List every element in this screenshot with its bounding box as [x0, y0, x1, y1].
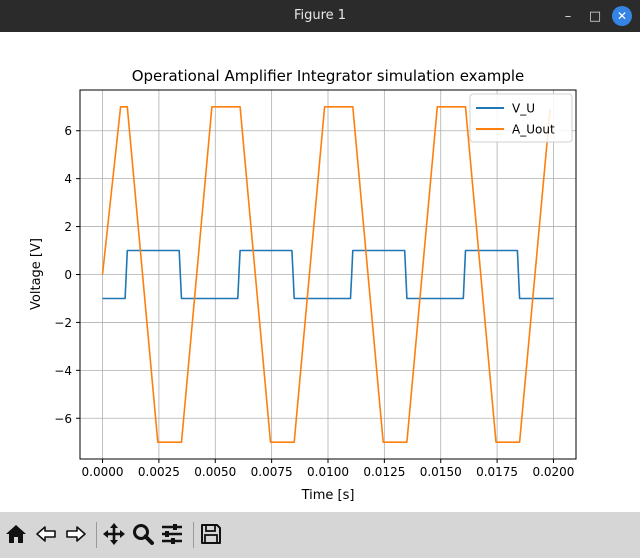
window-title: Figure 1 — [293, 8, 347, 23]
figure-canvas[interactable]: 0.0000 0.0025 0.0050 0.0075 0.0100 0.0125 0.01… — [0, 32, 640, 512]
home-button[interactable] — [4, 522, 28, 546]
close-button[interactable]: ✕ — [612, 6, 632, 26]
y-tick-label: −6 — [54, 412, 72, 426]
x-tick-label: 0.0100 — [307, 465, 349, 479]
y-axis-label: Voltage [V] — [29, 238, 44, 310]
y-tick-label: 4 — [64, 172, 72, 186]
x-tick-label: 0.0200 — [532, 465, 574, 479]
y-tick-label: 0 — [64, 268, 72, 282]
chart-title: Operational Amplifier Integrator simulat… — [132, 67, 525, 85]
x-ticks: 0.0000 0.0025 0.0050 0.0075 0.0100 0.0125 0.01… — [82, 459, 574, 479]
maximize-icon: □ — [588, 8, 602, 24]
pan-button[interactable] — [102, 522, 126, 546]
toolbar-separator — [193, 522, 194, 548]
x-tick-label: 0.0175 — [476, 465, 518, 479]
x-tick-label: 0.0025 — [138, 465, 180, 479]
y-tick-label: −2 — [54, 316, 72, 330]
minimize-icon: – — [564, 8, 572, 24]
forward-button[interactable] — [64, 522, 88, 546]
y-tick-label: 2 — [64, 220, 72, 234]
legend-label: A_Uout — [512, 123, 555, 137]
x-tick-label: 0.0050 — [194, 465, 236, 479]
toolbar-separator — [96, 522, 97, 548]
x-tick-label: 0.0150 — [420, 465, 462, 479]
x-tick-label: 0.0125 — [363, 465, 405, 479]
x-axis-label: Time [s] — [301, 488, 355, 503]
move-icon — [103, 523, 125, 545]
arrow-left-icon — [36, 526, 56, 542]
chart: 0.0000 0.0025 0.0050 0.0075 0.0100 0.0125 0.01… — [29, 67, 577, 503]
y-tick-label: 6 — [64, 124, 72, 138]
floppy-icon — [201, 524, 221, 544]
minimize-button[interactable]: – — [558, 6, 578, 26]
x-tick-label: 0.0000 — [82, 465, 124, 479]
close-icon: ✕ — [616, 9, 628, 23]
window-titlebar: Figure 1 – □ ✕ — [0, 0, 640, 32]
maximize-button[interactable]: □ — [585, 6, 605, 26]
legend-label: V_U — [512, 102, 535, 116]
x-tick-label: 0.0075 — [251, 465, 293, 479]
y-ticks: −6 −4 −2 0 2 4 6 — [54, 124, 80, 426]
subplots-button[interactable] — [160, 522, 184, 546]
zoom-button[interactable] — [131, 522, 155, 546]
sliders-icon — [162, 524, 182, 544]
save-button[interactable] — [199, 522, 223, 546]
legend: V_U A_Uout — [469, 93, 573, 143]
y-tick-label: −4 — [54, 364, 72, 378]
navigation-toolbar — [0, 512, 640, 558]
magnifier-icon — [133, 524, 154, 545]
home-icon — [6, 525, 26, 543]
arrow-right-icon — [66, 526, 86, 542]
back-button[interactable] — [34, 522, 58, 546]
